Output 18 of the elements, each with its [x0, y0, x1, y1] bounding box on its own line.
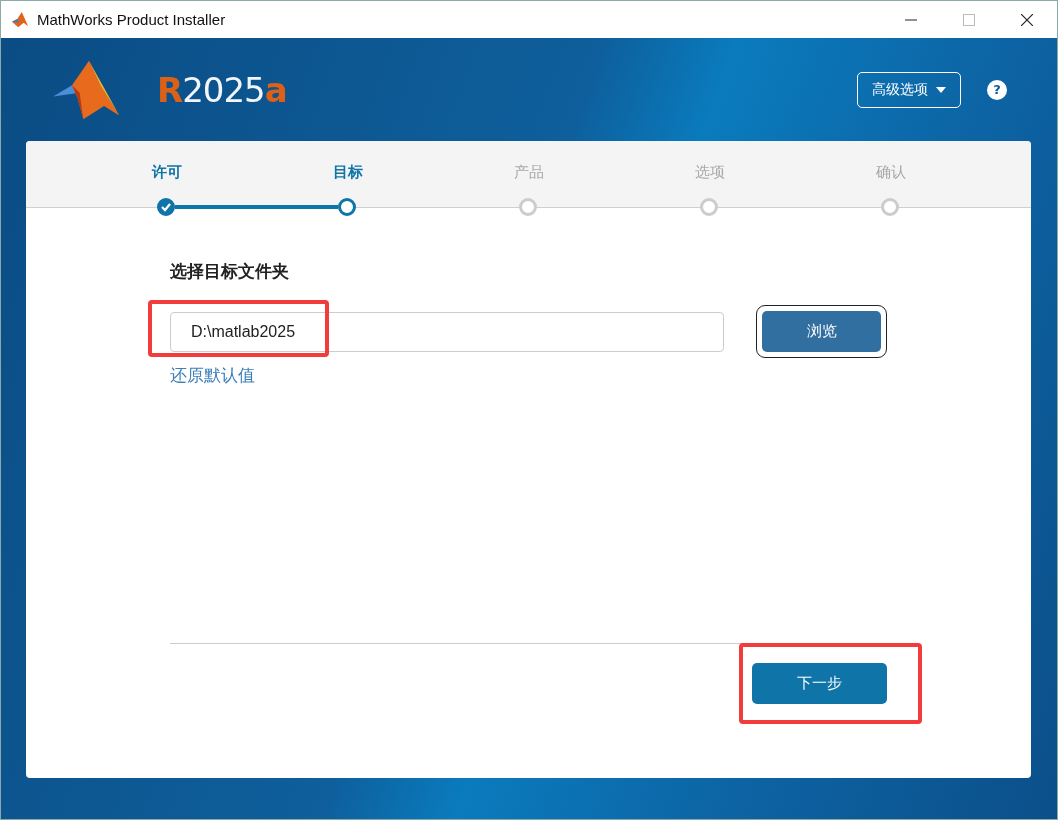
- next-button[interactable]: 下一步: [752, 663, 887, 704]
- step-label: 确认: [874, 163, 907, 182]
- maximize-icon[interactable]: [963, 13, 975, 26]
- step-label: 产品: [512, 163, 545, 182]
- membrane-logo-icon: [11, 10, 29, 29]
- restore-defaults-link[interactable]: 还原默认值: [170, 364, 255, 387]
- window-title: MathWorks Product Installer: [37, 11, 226, 28]
- folder-path-field[interactable]: D:\matlab2025: [170, 311, 724, 352]
- help-button[interactable]: ?: [987, 79, 1007, 100]
- step-label: 许可: [150, 163, 183, 182]
- close-icon[interactable]: [1021, 13, 1033, 26]
- step-label: 选项: [693, 163, 726, 182]
- step-label: 目标: [331, 163, 364, 182]
- caret-icon: [936, 86, 946, 93]
- advanced-options-button[interactable]: 高级选项: [857, 71, 961, 108]
- release-logo: R2025a: [157, 69, 287, 110]
- section-heading: 选择目标文件夹: [170, 260, 290, 283]
- browse-button[interactable]: 浏览: [762, 311, 881, 352]
